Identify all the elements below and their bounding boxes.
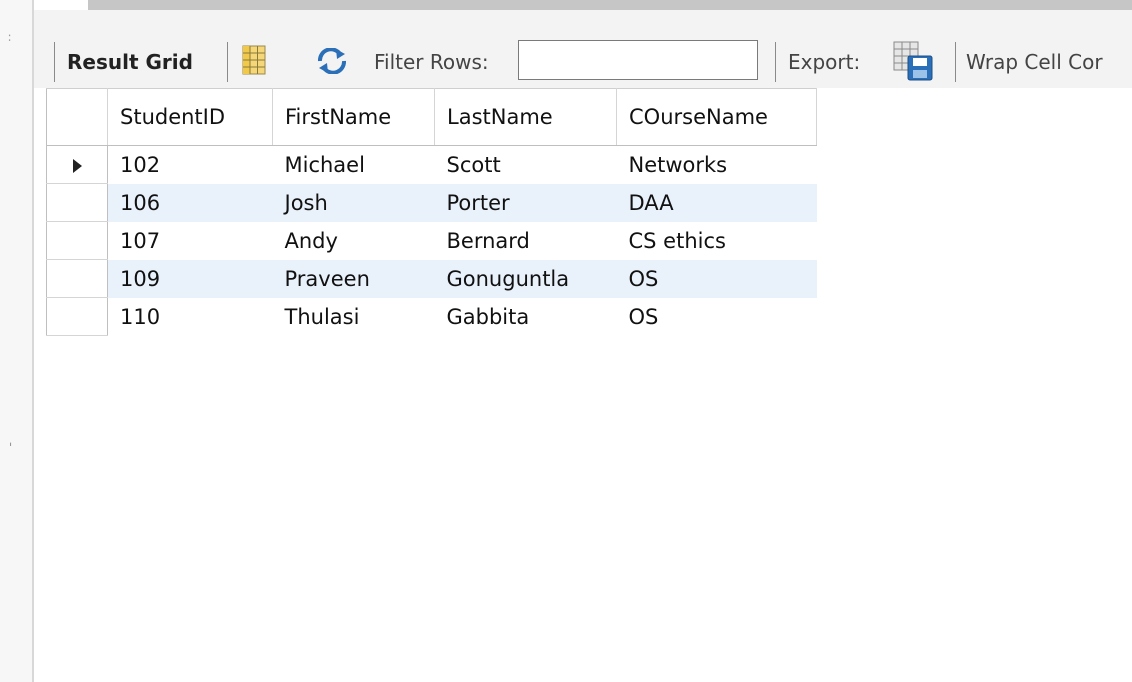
row-header[interactable] [46, 221, 108, 260]
toolbar-separator [955, 42, 956, 82]
table-cell[interactable]: CS ethics [617, 222, 817, 260]
current-row-arrow-icon [72, 158, 82, 173]
table-cell[interactable]: Andy [273, 222, 435, 260]
toolbar-separator [54, 42, 55, 82]
column-header-lastname[interactable]: LastName [434, 88, 617, 146]
result-grid-table: StudentID FirstName LastName COurseName … [46, 88, 817, 336]
table-cell[interactable]: 109 [107, 259, 273, 298]
export-label: Export: [788, 50, 861, 74]
result-grid-tab[interactable]: Result Grid [67, 50, 193, 74]
row-header-corner[interactable] [46, 88, 108, 146]
table-cell[interactable]: Praveen [272, 259, 435, 298]
refresh-icon[interactable] [316, 47, 348, 78]
row-header[interactable] [46, 297, 108, 336]
row-header[interactable] [46, 259, 108, 298]
column-header-studentid[interactable]: StudentID [107, 88, 273, 146]
left-gutter [0, 0, 32, 682]
toolbar-separator [775, 42, 776, 82]
filter-rows-input[interactable] [518, 40, 758, 80]
grid-view-icon[interactable] [242, 44, 266, 80]
row-header[interactable] [46, 145, 108, 184]
table-row[interactable]: 110 Thulasi Gabbita OS [46, 297, 817, 336]
table-cell[interactable]: Bernard [435, 222, 617, 260]
table-cell[interactable]: Gonuguntla [434, 259, 617, 298]
table-cell[interactable]: OS [617, 298, 817, 336]
gutter-marker-icon: ˌ [9, 433, 13, 447]
table-row[interactable]: 107 Andy Bernard CS ethics [46, 221, 817, 260]
splitter-grip-icon[interactable]: ∶ [8, 32, 11, 44]
export-icon[interactable] [892, 40, 934, 86]
table-cell[interactable]: OS [616, 259, 817, 298]
result-panel: ∶ ˌ Result Grid Filter Rows: Export: Wra… [0, 0, 1132, 682]
table-cell[interactable]: Scott [435, 146, 617, 184]
table-cell[interactable]: Porter [434, 183, 617, 222]
table-cell[interactable]: 107 [108, 222, 273, 260]
table-cell[interactable]: Josh [272, 183, 435, 222]
table-row[interactable]: 109 Praveen Gonuguntla OS [46, 259, 817, 298]
wrap-cell-content-toggle[interactable]: Wrap Cell Cor [966, 50, 1103, 74]
table-cell[interactable]: Thulasi [273, 298, 435, 336]
column-header-firstname[interactable]: FirstName [272, 88, 435, 146]
row-header[interactable] [46, 183, 108, 222]
horizontal-scrollbar[interactable] [88, 0, 1132, 10]
toolbar-top-band [34, 10, 1132, 24]
table-cell[interactable]: Gabbita [435, 298, 617, 336]
toolbar-separator [227, 42, 228, 82]
grid-header-row: StudentID FirstName LastName COurseName [46, 88, 817, 146]
gutter-divider [32, 0, 34, 682]
column-header-coursename[interactable]: COurseName [616, 88, 817, 146]
table-cell[interactable]: 102 [108, 146, 273, 184]
table-cell[interactable]: 110 [108, 298, 273, 336]
table-cell[interactable]: Networks [617, 146, 817, 184]
filter-rows-label: Filter Rows: [374, 50, 489, 74]
table-cell[interactable]: Michael [273, 146, 435, 184]
table-cell[interactable]: 106 [107, 183, 273, 222]
table-row[interactable]: 106 Josh Porter DAA [46, 183, 817, 222]
table-row[interactable]: 102 Michael Scott Networks [46, 145, 817, 184]
table-cell[interactable]: DAA [616, 183, 817, 222]
